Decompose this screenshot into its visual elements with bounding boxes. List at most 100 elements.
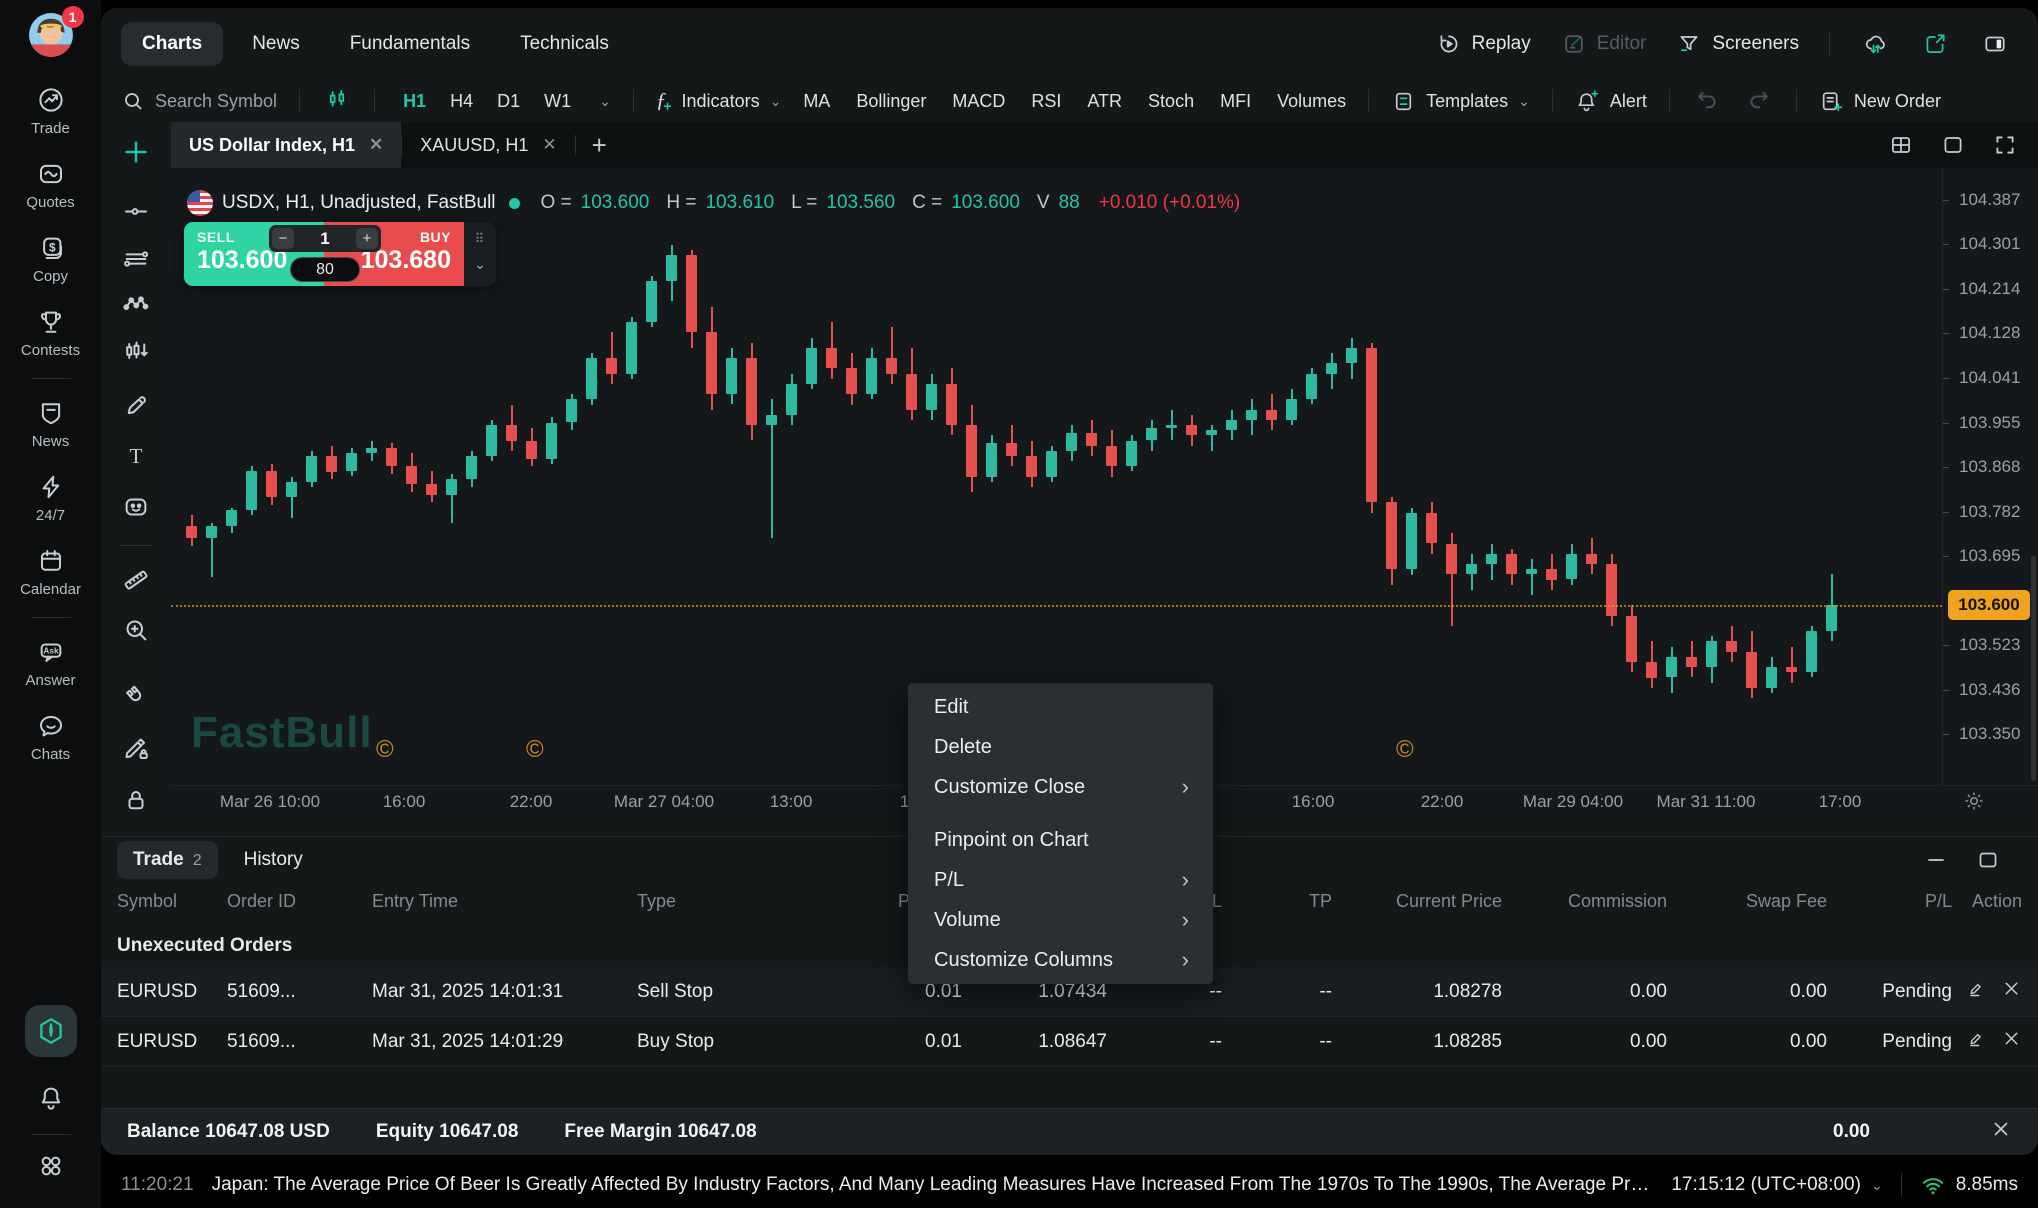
screeners-button[interactable]: Screeners [1676, 31, 1799, 57]
menu-item-p-l[interactable]: P/L› [908, 860, 1213, 900]
tool-xabcd-pattern[interactable] [121, 288, 151, 323]
search-symbol-button[interactable]: Search Symbol [121, 89, 277, 113]
price-axis[interactable]: 104.387104.301104.214104.128104.041103.9… [1942, 168, 2038, 785]
cancel-order-button[interactable] [2001, 1028, 2022, 1055]
maximize-icon[interactable] [1940, 132, 1966, 158]
cloud-sync-button[interactable] [1860, 29, 1890, 59]
chart-tab-us-dollar-index-h1[interactable]: US Dollar Index, H1✕ [171, 122, 401, 168]
new-order-button[interactable]: New Order [1819, 89, 1941, 114]
menu-item-customize-columns[interactable]: Customize Columns› [908, 940, 1213, 980]
rail-item-chats[interactable]: Chats [0, 700, 101, 774]
alert-label: Alert [1610, 91, 1647, 112]
widget-collapse-icon[interactable]: ⌄ [474, 256, 486, 273]
news-ticker[interactable]: Japan: The Average Price Of Beer Is Grea… [212, 1174, 1654, 1196]
menu-item-volume[interactable]: Volume› [908, 900, 1213, 940]
tool-emoji[interactable] [121, 492, 151, 527]
tool-candles-pattern[interactable] [121, 337, 151, 372]
indicator-rsi[interactable]: RSI [1031, 91, 1061, 112]
indicator-macd[interactable]: MACD [952, 91, 1005, 112]
main-panel: ChartsNewsFundamentalsTechnicals Replay E… [101, 8, 2038, 1155]
tool-ruler[interactable] [121, 565, 151, 600]
apps-menu-button[interactable] [28, 1143, 74, 1194]
rail-item-news[interactable]: News [0, 387, 101, 461]
split-layout-icon[interactable] [1888, 132, 1914, 158]
timeframe-h4[interactable]: H4 [444, 87, 479, 116]
candle-style-button[interactable] [322, 85, 352, 118]
watermark: FastBull [191, 708, 373, 758]
close-tab-icon[interactable]: ✕ [369, 135, 383, 155]
rail-item-answer[interactable]: AskAnswer [0, 626, 101, 700]
chart-settings-button[interactable] [1962, 789, 1986, 818]
menu-item-edit[interactable]: Edit [908, 687, 1213, 727]
tool-zoom-in[interactable] [121, 615, 151, 650]
timeframe-h1[interactable]: H1 [397, 87, 432, 116]
indicator-mfi[interactable]: MFI [1220, 91, 1251, 112]
order-row[interactable]: EURUSD51609...Mar 31, 2025 14:01:29Buy S… [101, 1017, 2038, 1067]
tab-news[interactable]: News [231, 22, 321, 66]
tool-lock[interactable] [121, 785, 151, 820]
axis-scrollbar[interactable] [2031, 556, 2036, 781]
alert-button[interactable]: Alert [1575, 89, 1647, 114]
tool-trendline[interactable] [121, 193, 151, 228]
templates-button[interactable]: Templates ⌄ [1391, 89, 1530, 114]
chart-tab-xauusd-h1[interactable]: XAUUSD, H1✕ [402, 122, 574, 168]
indicators-button[interactable]: ƒ+ Indicators ⌄ [656, 88, 781, 115]
fullscreen-icon[interactable] [1992, 132, 2018, 158]
replay-button[interactable]: Replay [1436, 31, 1531, 57]
menu-item-pinpoint-on-chart[interactable]: Pinpoint on Chart [908, 820, 1213, 860]
external-link-button[interactable] [1920, 29, 1950, 59]
rail-item-quotes[interactable]: Quotes [0, 148, 101, 222]
rail-item-terminal-active[interactable] [25, 1005, 77, 1057]
rail-item-contests[interactable]: Contests [0, 296, 101, 370]
cancel-order-button[interactable] [2001, 978, 2022, 1005]
timeframe-d1[interactable]: D1 [491, 87, 526, 116]
tool-magnet[interactable] [121, 681, 151, 716]
edit-order-button[interactable] [1966, 978, 1987, 1005]
server-clock[interactable]: 17:15:12 (UTC+08:00) ⌄ [1671, 1174, 1882, 1196]
expand-panel-icon[interactable] [1976, 848, 2000, 872]
trophy-icon [36, 307, 66, 337]
cell: 1.08278 [1332, 981, 1502, 1003]
tool-parallel-channel[interactable] [121, 244, 151, 279]
undo-button[interactable] [1692, 85, 1722, 118]
drag-handle-icon[interactable]: ⠿ [475, 236, 486, 241]
panel-right-button[interactable] [1980, 29, 2010, 59]
timeframe-w1[interactable]: W1 [538, 87, 577, 116]
indicator-ma[interactable]: MA [803, 91, 830, 112]
indicator-bollinger[interactable]: Bollinger [856, 91, 926, 112]
menu-item-customize-close[interactable]: Customize Close› [908, 767, 1213, 807]
indicator-stoch[interactable]: Stoch [1148, 91, 1194, 112]
qty-increase-button[interactable]: + [356, 228, 378, 249]
tool-add[interactable] [121, 137, 151, 172]
edit-order-button[interactable] [1966, 1028, 1987, 1055]
panel-tab-trade[interactable]: Trade2 [117, 841, 218, 879]
tool-text[interactable]: T [121, 441, 151, 476]
rail-item-calendar[interactable]: Calendar [0, 535, 101, 609]
avatar[interactable]: 1 [28, 12, 74, 58]
tool-pencil-lock[interactable] [121, 733, 151, 768]
redo-button[interactable] [1744, 85, 1774, 118]
templates-icon [1391, 89, 1416, 114]
rail-item-copy[interactable]: $Copy [0, 222, 101, 296]
live-dot-icon [509, 198, 520, 209]
close-summary-button[interactable] [1990, 1118, 2012, 1146]
tab-technicals[interactable]: Technicals [499, 22, 630, 66]
indicator-atr[interactable]: ATR [1087, 91, 1122, 112]
tab-fundamentals[interactable]: Fundamentals [329, 22, 491, 66]
editor-button[interactable]: Editor [1561, 31, 1647, 57]
menu-item-delete[interactable]: Delete [908, 727, 1213, 767]
last-price-line [171, 605, 1942, 607]
tool-brush[interactable] [121, 391, 151, 426]
tab-charts[interactable]: Charts [121, 22, 223, 66]
notifications-button[interactable] [28, 1075, 74, 1126]
qty-decrease-button[interactable]: − [272, 228, 294, 249]
rail-item-all-day[interactable]: 24/7 [0, 461, 101, 535]
minimize-panel-icon[interactable] [1924, 848, 1948, 872]
indicator-volumes[interactable]: Volumes [1277, 91, 1346, 112]
rail-item-trade[interactable]: Trade [0, 74, 101, 148]
add-chart-tab-button[interactable]: + [576, 130, 623, 161]
panel-tab-history[interactable]: History [228, 841, 319, 879]
time-tick: Mar 27 04:00 [614, 792, 714, 812]
timeframe-chevron-icon[interactable]: ⌄ [599, 93, 611, 110]
close-tab-icon[interactable]: ✕ [542, 135, 556, 155]
